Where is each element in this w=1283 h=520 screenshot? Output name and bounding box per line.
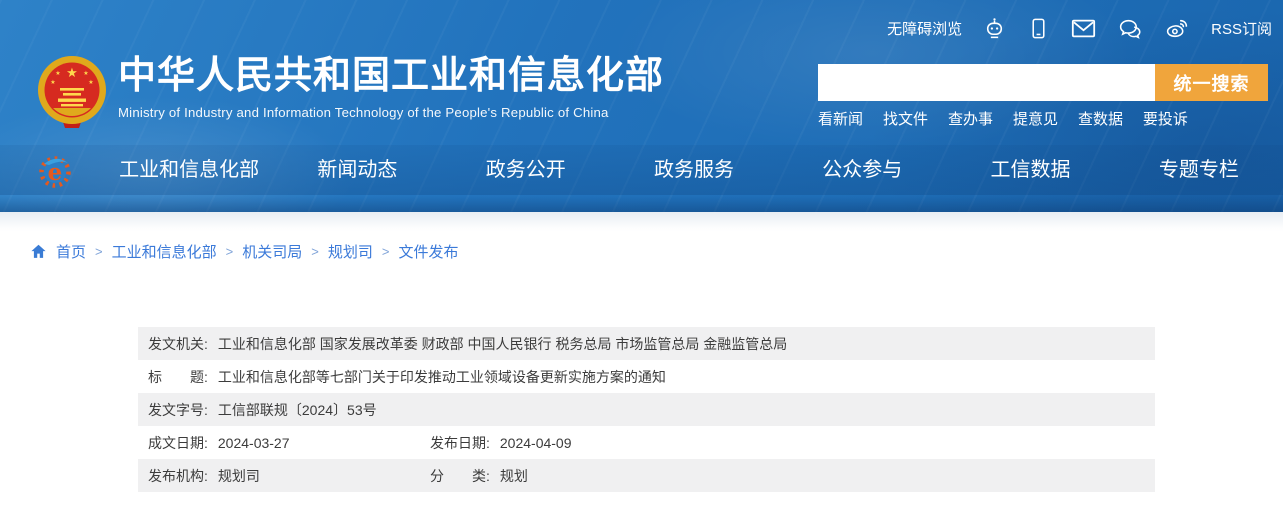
meta-row-document-number: 发文字号: 工信部联规〔2024〕53号 (138, 393, 1155, 426)
nav-item-miit[interactable]: 工业和信息化部 (105, 145, 273, 195)
meta-row-dates: 成文日期: 2024-03-27 发布日期: 2024-04-09 (138, 426, 1155, 459)
nav-item-special-topics[interactable]: 专题专栏 (1115, 145, 1283, 195)
svg-text:★: ★ (55, 70, 60, 77)
miit-e-logo-icon: e (36, 152, 74, 190)
meta-value: 2024-03-27 (218, 435, 290, 451)
china-national-emblem: ★ ★ ★ ★ ★ (34, 54, 110, 130)
mobile-icon[interactable] (1027, 16, 1050, 41)
meta-value: 2024-04-09 (500, 435, 572, 451)
meta-label: 发文机关: (148, 334, 208, 354)
breadcrumb-separator: > (95, 244, 103, 259)
meta-pair-publish-date: 发布日期: 2024-04-09 (430, 426, 572, 459)
unified-search-button[interactable]: 统一搜索 (1155, 64, 1268, 101)
meta-label: 发布日期: (430, 433, 490, 453)
breadcrumb: 首页 > 工业和信息化部 > 机关司局 > 规划司 > 文件发布 (30, 241, 1283, 262)
meta-value: 规划 (500, 466, 528, 486)
accessibility-link[interactable]: 无障碍浏览 (887, 18, 962, 39)
breadcrumb-departments[interactable]: 机关司局 (242, 241, 302, 262)
nav-item-news[interactable]: 新闻动态 (273, 145, 441, 195)
search-box: 统一搜索 (818, 64, 1268, 101)
quick-link-suggestions[interactable]: 提意见 (1013, 108, 1058, 129)
quick-link-complaints[interactable]: 要投诉 (1143, 108, 1188, 129)
meta-label: 发布机构: (148, 466, 208, 486)
svg-text:★: ★ (50, 79, 55, 86)
meta-value: 规划司 (218, 466, 260, 486)
meta-row-title: 标 题: 工业和信息化部等七部门关于印发推动工业领域设备更新实施方案的通知 (138, 360, 1155, 393)
brand: 中华人民共和国工业和信息化部 Ministry of Industry and … (118, 56, 664, 120)
wechat-icon[interactable] (1117, 16, 1144, 41)
quick-link-services[interactable]: 查办事 (948, 108, 993, 129)
meta-row-publisher-category: 发布机构: 规划司 分 类: 规划 (138, 459, 1155, 492)
meta-value: 工信部联规〔2024〕53号 (218, 400, 377, 420)
meta-label: 发文字号: (148, 400, 208, 420)
main-nav: e 工业和信息化部 新闻动态 政务公开 政务服务 公众参与 工信数据 专题专栏 (0, 145, 1283, 195)
home-icon[interactable] (30, 243, 47, 260)
robot-assistant-icon[interactable] (982, 16, 1007, 41)
meta-value: 工业和信息化部等七部门关于印发推动工业领域设备更新实施方案的通知 (218, 367, 666, 387)
header-fade-band (0, 212, 1283, 232)
document-metadata-table: 发文机关: 工业和信息化部 国家发展改革委 财政部 中国人民银行 税务总局 市场… (138, 327, 1155, 492)
svg-text:★: ★ (83, 70, 88, 77)
search-input[interactable] (818, 64, 1155, 101)
quick-link-documents[interactable]: 找文件 (883, 108, 928, 129)
quick-link-data[interactable]: 查数据 (1078, 108, 1123, 129)
svg-text:★: ★ (88, 79, 93, 86)
nav-item-gov-disclosure[interactable]: 政务公开 (442, 145, 610, 195)
quick-links: 看新闻 找文件 查办事 提意见 查数据 要投诉 (818, 108, 1188, 129)
mail-icon[interactable] (1070, 16, 1097, 41)
nav-item-public-participation[interactable]: 公众参与 (778, 145, 946, 195)
site-subtitle: Ministry of Industry and Information Tec… (118, 105, 664, 120)
breadcrumb-planning-dept[interactable]: 规划司 (328, 241, 373, 262)
breadcrumb-document-release[interactable]: 文件发布 (398, 241, 458, 262)
topbar: 无障碍浏览 (887, 16, 1272, 41)
meta-label: 标 题: (148, 367, 208, 387)
site-header: 无障碍浏览 (0, 0, 1283, 212)
meta-label: 成文日期: (148, 433, 208, 453)
meta-value: 工业和信息化部 国家发展改革委 财政部 中国人民银行 税务总局 市场监管总局 金… (218, 334, 787, 354)
nav-items: 工业和信息化部 新闻动态 政务公开 政务服务 公众参与 工信数据 专题专栏 (105, 145, 1283, 195)
weibo-icon[interactable] (1164, 16, 1191, 41)
rss-link[interactable]: RSS订阅 (1211, 18, 1272, 39)
svg-text:★: ★ (66, 65, 78, 80)
nav-item-miit-data[interactable]: 工信数据 (946, 145, 1114, 195)
meta-row-issuing-agency: 发文机关: 工业和信息化部 国家发展改革委 财政部 中国人民银行 税务总局 市场… (138, 327, 1155, 360)
nav-item-gov-services[interactable]: 政务服务 (610, 145, 778, 195)
breadcrumb-miit[interactable]: 工业和信息化部 (112, 241, 217, 262)
meta-label: 分 类: (430, 466, 490, 486)
breadcrumb-separator: > (382, 244, 390, 259)
breadcrumb-home[interactable]: 首页 (56, 241, 86, 262)
breadcrumb-separator: > (226, 244, 234, 259)
quick-link-news[interactable]: 看新闻 (818, 108, 863, 129)
meta-pair-category: 分 类: 规划 (430, 459, 528, 492)
site-title: 中华人民共和国工业和信息化部 (118, 56, 664, 98)
breadcrumb-separator: > (311, 244, 319, 259)
